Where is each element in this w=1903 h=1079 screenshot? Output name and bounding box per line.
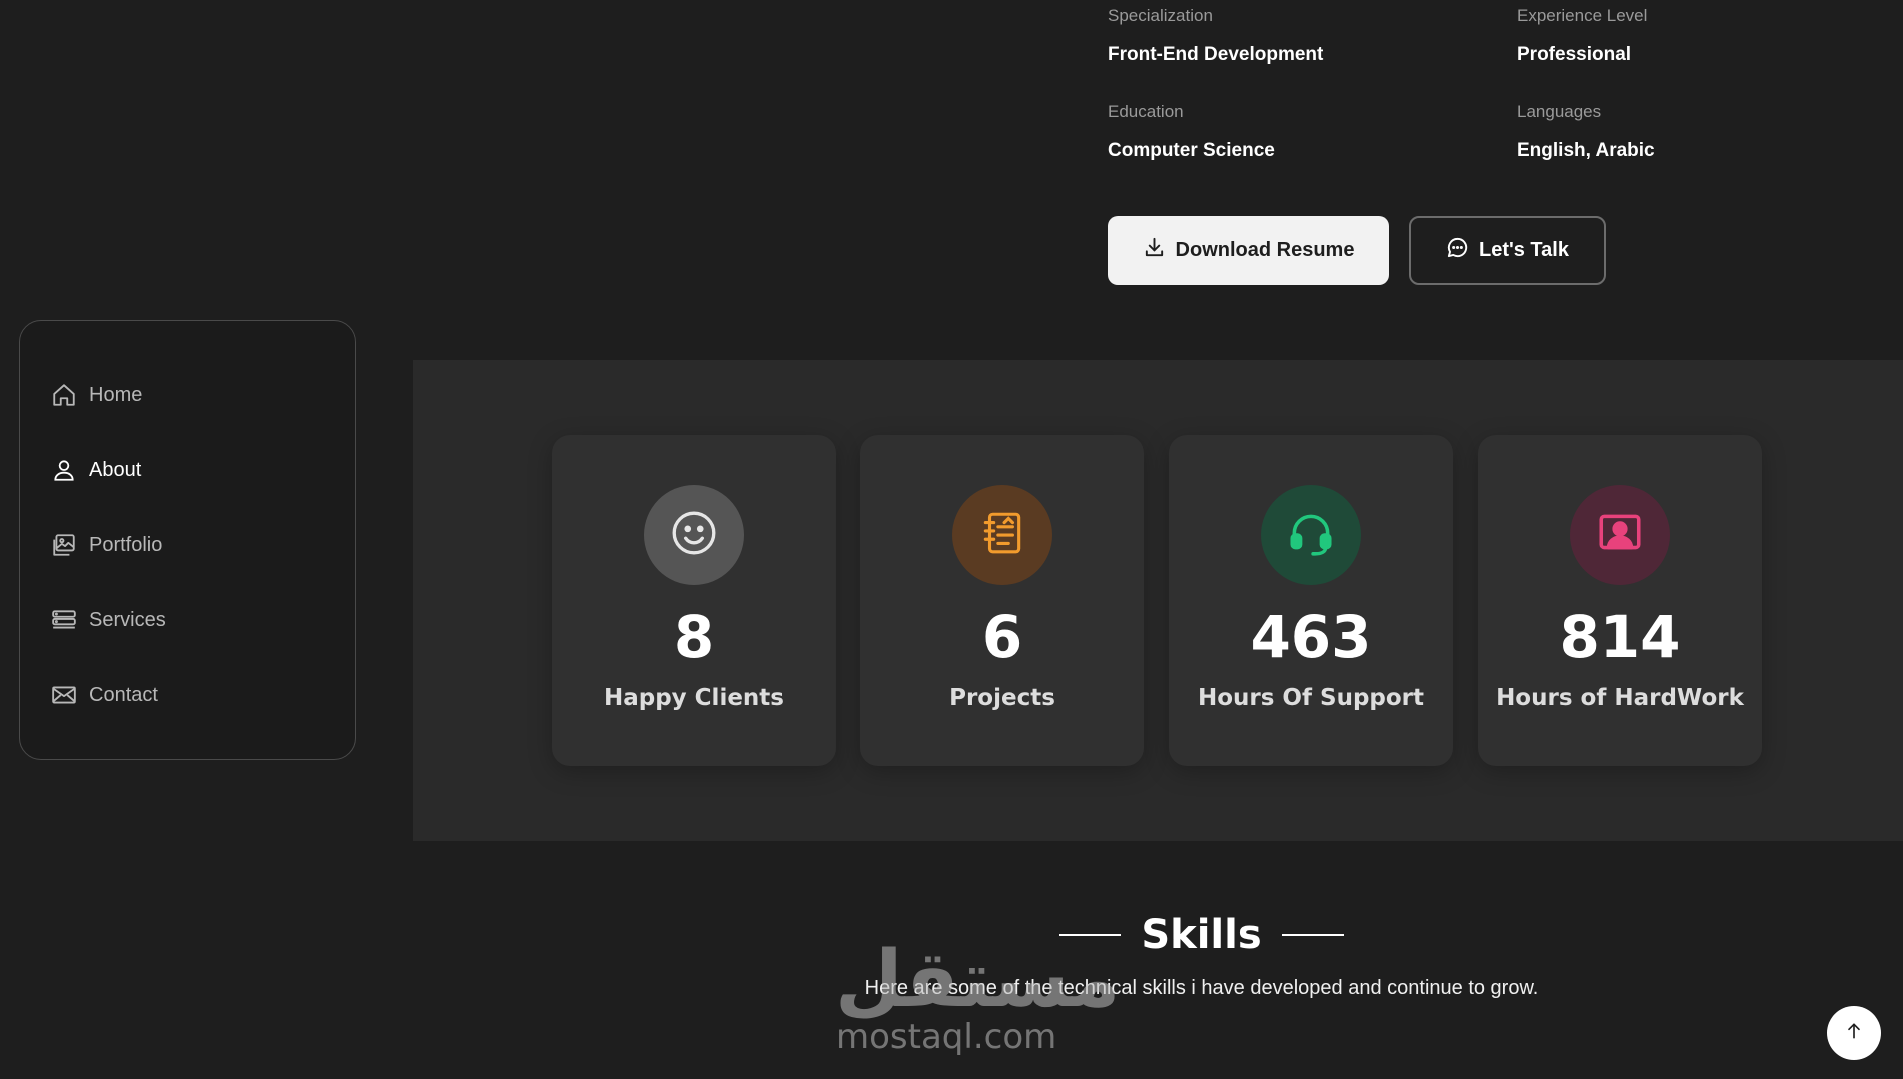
download-resume-button[interactable]: Download Resume bbox=[1108, 216, 1389, 285]
stat-number: 814 bbox=[1559, 603, 1681, 671]
stat-icon-circle bbox=[644, 485, 744, 585]
user-icon bbox=[50, 456, 78, 484]
stats-section: 8 Happy Clients 6 Projects 463 Hours Of … bbox=[413, 360, 1903, 841]
info-value: Front-End Development bbox=[1108, 44, 1324, 65]
mail-icon bbox=[50, 681, 78, 709]
stat-label: Hours Of Support bbox=[1197, 685, 1425, 711]
sidebar-item-portfolio[interactable]: Portfolio bbox=[20, 507, 355, 582]
image-icon bbox=[50, 531, 78, 559]
download-resume-label: Download Resume bbox=[1175, 239, 1355, 261]
stat-label: Hours of HardWork bbox=[1496, 685, 1744, 711]
info-label: Specialization bbox=[1108, 6, 1213, 25]
stat-label: Projects bbox=[949, 685, 1055, 711]
notebook-icon bbox=[977, 508, 1027, 563]
sidebar-item-label: Portfolio bbox=[89, 533, 163, 556]
sidebar-item-contact[interactable]: Contact bbox=[20, 657, 355, 732]
home-icon bbox=[50, 381, 78, 409]
info-label: Languages bbox=[1517, 102, 1602, 121]
info-specialization: Specialization Front-End Development bbox=[1108, 6, 1323, 66]
stat-icon-circle bbox=[1570, 485, 1670, 585]
stat-card-hours-of-support: 463 Hours Of Support bbox=[1169, 435, 1453, 766]
stat-icon-circle bbox=[952, 485, 1052, 585]
stat-card-happy-clients: 8 Happy Clients bbox=[552, 435, 836, 766]
stat-number: 8 bbox=[673, 603, 715, 671]
info-value: Professional bbox=[1517, 44, 1632, 65]
info-value: English, Arabic bbox=[1517, 140, 1655, 161]
skills-description: Here are some of the technical skills i … bbox=[864, 977, 1539, 999]
scroll-to-top-button[interactable] bbox=[1827, 1006, 1881, 1060]
arrow-up-icon bbox=[1844, 1021, 1864, 1046]
stat-label: Happy Clients bbox=[603, 685, 784, 711]
lets-talk-button[interactable]: Let's Talk bbox=[1409, 216, 1606, 285]
info-languages: Languages English, Arabic bbox=[1517, 102, 1655, 162]
info-education: Education Computer Science bbox=[1108, 102, 1275, 162]
stat-card-hours-of-hardwork: 814 Hours of HardWork bbox=[1478, 435, 1762, 766]
skills-heading: Skills bbox=[250, 912, 1903, 958]
info-experience-level: Experience Level Professional bbox=[1517, 6, 1647, 66]
heading-divider-left bbox=[1059, 934, 1122, 936]
watermark-latin-text: mostaql.com bbox=[836, 1017, 1057, 1057]
chat-icon bbox=[1446, 236, 1469, 265]
presenter-icon bbox=[1595, 508, 1645, 563]
lets-talk-label: Let's Talk bbox=[1479, 239, 1569, 261]
headset-icon bbox=[1286, 508, 1336, 563]
info-value: Computer Science bbox=[1108, 140, 1275, 161]
sidebar-item-label: Contact bbox=[89, 683, 158, 706]
sidebar-item-label: Home bbox=[89, 383, 143, 406]
stat-icon-circle bbox=[1261, 485, 1361, 585]
page: Specialization Front-End Development Exp… bbox=[0, 0, 1903, 1079]
server-icon bbox=[50, 606, 78, 634]
sidebar-item-home[interactable]: Home bbox=[20, 357, 355, 432]
info-label: Experience Level bbox=[1517, 6, 1648, 25]
stat-card-projects: 6 Projects bbox=[860, 435, 1144, 766]
sidebar-item-about[interactable]: About bbox=[20, 432, 355, 507]
sidebar-item-label: About bbox=[89, 458, 142, 481]
heading-divider-right bbox=[1281, 934, 1344, 936]
sidebar-item-label: Services bbox=[89, 608, 166, 631]
sidebar-item-services[interactable]: Services bbox=[20, 582, 355, 657]
info-label: Education bbox=[1108, 102, 1184, 121]
skills-title: Skills bbox=[1141, 912, 1262, 958]
stat-number: 6 bbox=[981, 603, 1023, 671]
stat-number: 463 bbox=[1250, 603, 1372, 671]
smile-icon bbox=[669, 508, 719, 563]
download-icon bbox=[1143, 236, 1166, 265]
sidebar-nav: Home About Portfolio Services Contact bbox=[19, 320, 356, 760]
